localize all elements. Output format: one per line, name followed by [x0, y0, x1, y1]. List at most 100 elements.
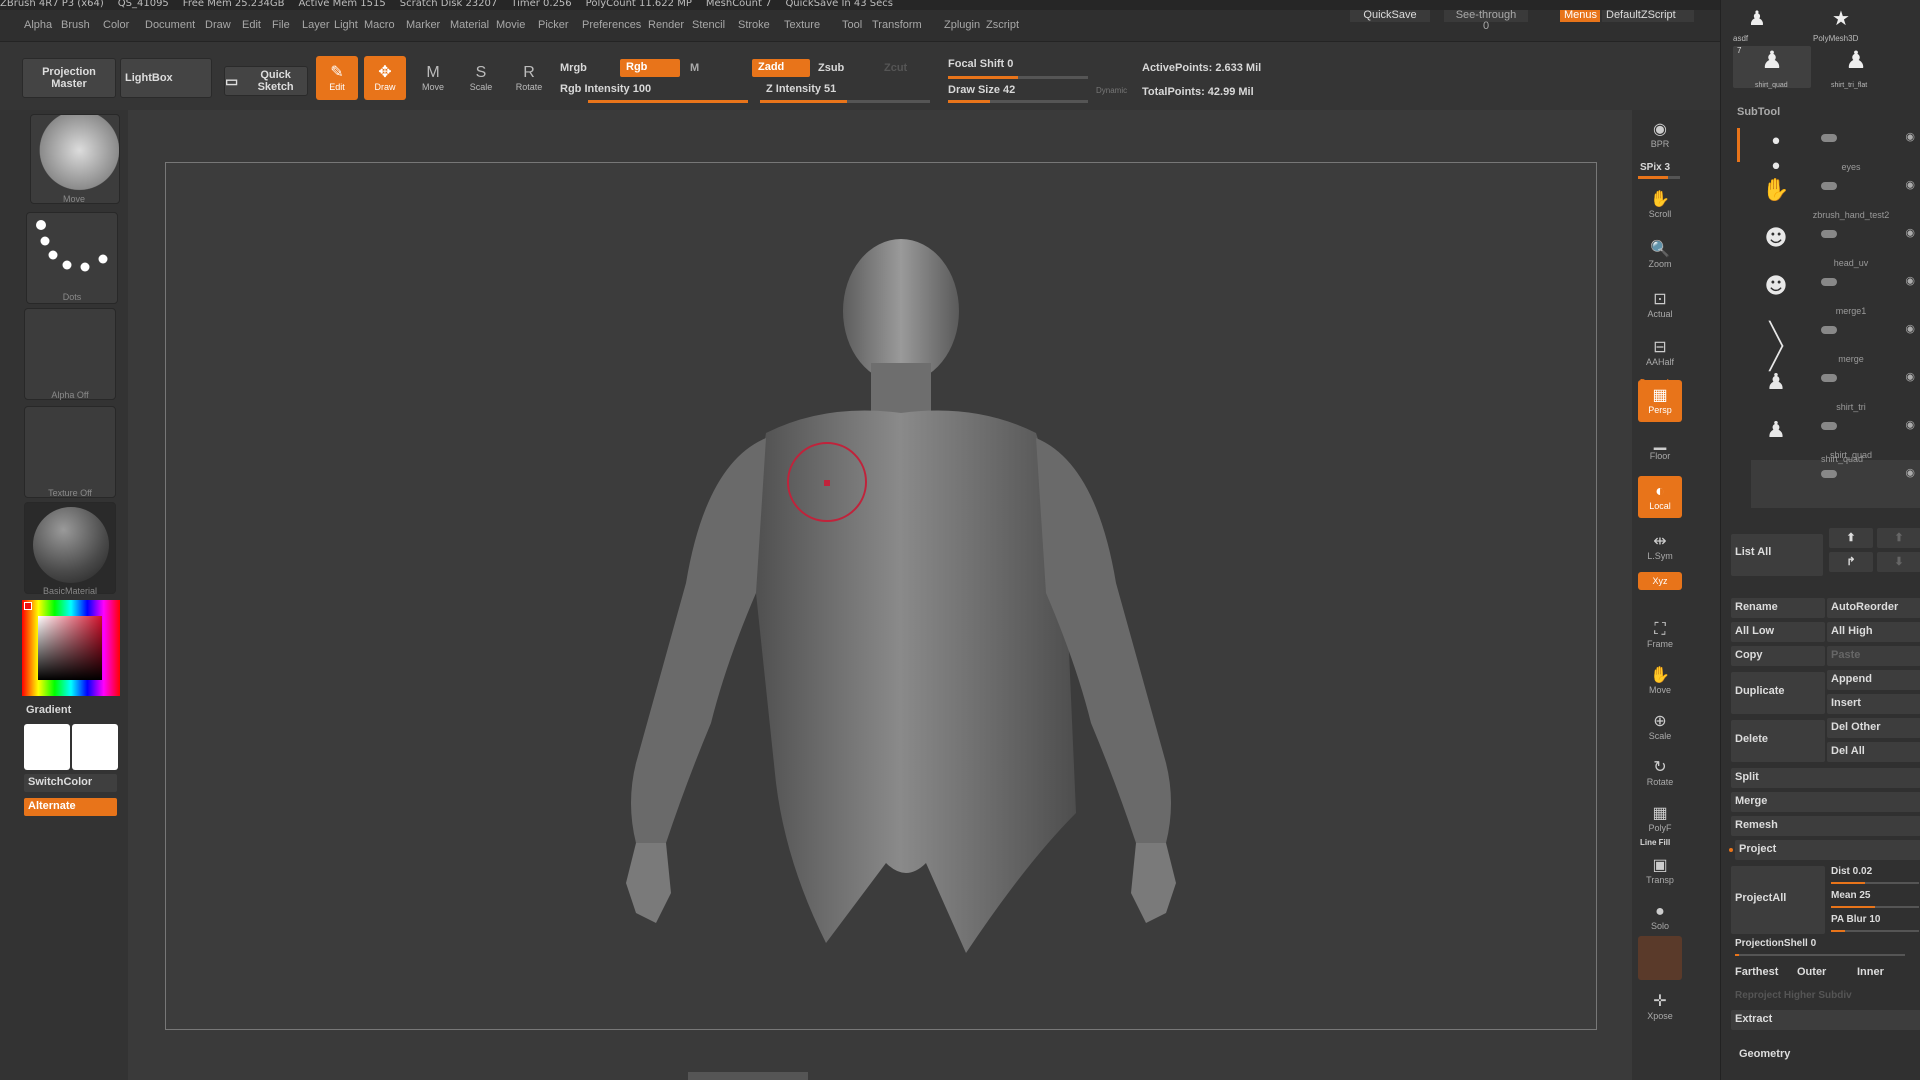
menu-item-transform[interactable]: Transform [872, 19, 922, 31]
move-down-arrow-icon[interactable]: ↱ [1829, 552, 1873, 572]
subtool-row[interactable]: ☻ ◉ head_uv [1751, 220, 1920, 268]
project-all-button[interactable]: ProjectAll [1731, 866, 1825, 934]
lightbox-button[interactable]: LightBox [120, 58, 212, 98]
mean-slider-label[interactable]: Mean 25 [1831, 890, 1870, 901]
subtool-row[interactable]: ◉ [1751, 460, 1920, 508]
remesh-menu[interactable]: Remesh [1731, 816, 1920, 836]
inner-button[interactable]: Inner [1857, 966, 1884, 978]
merge-menu[interactable]: Merge [1731, 792, 1920, 812]
m-button[interactable]: M [690, 62, 699, 74]
rotate-shelf-button[interactable]: ↻ Rotate [1638, 752, 1682, 794]
draw-size-slider[interactable] [948, 100, 1088, 103]
viewport-bottom-handle[interactable] [688, 1072, 808, 1080]
focal-shift-slider[interactable] [948, 76, 1088, 79]
ghost-button[interactable] [1638, 936, 1682, 980]
dist-slider-label[interactable]: Dist 0.02 [1831, 866, 1872, 877]
floor-shelf-button[interactable]: ▁ Floor [1638, 426, 1682, 468]
rgb-intensity-slider[interactable] [588, 100, 748, 103]
zcut-button[interactable]: Zcut [884, 62, 907, 74]
default-zscript-button[interactable]: DefaultZScript [1602, 10, 1694, 22]
draw-tool-button[interactable]: ✥ Draw [364, 56, 406, 100]
color-picker[interactable] [22, 600, 120, 696]
copy-button[interactable]: Copy [1731, 646, 1825, 666]
brush-picker[interactable] [30, 114, 120, 204]
scale-shelf-button[interactable]: ⊕ Scale [1638, 706, 1682, 748]
subtool-row[interactable]: ╲ ╱ ◉ merge [1751, 316, 1920, 372]
menu-item-draw[interactable]: Draw [205, 19, 231, 31]
geometry-menu[interactable]: Geometry [1739, 1048, 1790, 1060]
menu-item-picker[interactable]: Picker [538, 19, 569, 31]
dynamic-toggle[interactable]: Dynamic [1096, 86, 1127, 95]
visibility-eye-icon[interactable]: ◉ [1905, 226, 1915, 239]
edit-tool-button[interactable]: ✎ Edit [316, 56, 358, 100]
primary-color-swatch[interactable] [24, 724, 70, 770]
projection-shell-slider[interactable] [1735, 954, 1905, 956]
pa-blur-slider[interactable] [1831, 930, 1919, 932]
xyz-sym-button[interactable]: Xyz [1638, 572, 1682, 590]
rotate-tool-button[interactable]: R Rotate [508, 56, 550, 100]
subtool-row[interactable]: ✋ ◉ zbrush_hand_test2 [1751, 172, 1920, 220]
subtool-title[interactable]: SubTool [1737, 106, 1780, 118]
menu-item-movie[interactable]: Movie [496, 19, 525, 31]
split-menu[interactable]: Split [1731, 768, 1920, 788]
subtool-toggle[interactable] [1821, 374, 1837, 382]
material-picker[interactable] [24, 502, 116, 594]
menu-item-tool[interactable]: Tool [842, 19, 862, 31]
subtool-toggle[interactable] [1821, 134, 1837, 142]
dist-slider[interactable] [1831, 882, 1919, 884]
z-intensity-slider[interactable] [760, 100, 930, 103]
append-button[interactable]: Append [1827, 670, 1920, 690]
pa-blur-slider-label[interactable]: PA Blur 10 [1831, 914, 1880, 925]
document-frame[interactable] [165, 162, 1597, 1030]
subtool-toggle[interactable] [1821, 326, 1837, 334]
mean-slider[interactable] [1831, 906, 1919, 908]
all-low-button[interactable]: All Low [1731, 622, 1825, 642]
rename-button[interactable]: Rename [1731, 598, 1825, 618]
menu-item-material[interactable]: Material [450, 19, 489, 31]
transp-shelf-button[interactable]: ▣ Transp [1638, 850, 1682, 892]
see-through-slider[interactable]: See-through 0 [1444, 10, 1528, 32]
aahalf-shelf-button[interactable]: ⊟ AAHalf [1638, 332, 1682, 374]
visibility-eye-icon[interactable]: ◉ [1905, 466, 1915, 479]
menu-item-edit[interactable]: Edit [242, 19, 261, 31]
delete-button[interactable]: Delete [1731, 720, 1825, 762]
quick-sketch-button[interactable]: ▭ Quick Sketch [224, 66, 308, 96]
menu-item-zscript[interactable]: Zscript [986, 19, 1019, 31]
zadd-button[interactable]: Zadd [752, 59, 810, 77]
actual-shelf-button[interactable]: ⊡ Actual [1638, 284, 1682, 326]
subtool-row[interactable]: ♟ ◉ shirt_quad [1751, 412, 1920, 460]
zsub-button[interactable]: Zsub [818, 62, 844, 74]
polyf-shelf-button[interactable]: ▦ PolyF [1638, 798, 1682, 840]
alpha-picker[interactable] [24, 308, 116, 400]
spix-slider[interactable] [1638, 176, 1680, 179]
projection-master-button[interactable]: Projection Master [22, 58, 116, 98]
menus-toggle[interactable]: Menus [1560, 10, 1600, 22]
scale-tool-button[interactable]: S Scale [460, 56, 502, 100]
visibility-eye-icon[interactable]: ◉ [1905, 178, 1915, 191]
alternate-button[interactable]: Alternate [24, 798, 117, 816]
subtool-row[interactable]: ☻ ◉ merge1 [1751, 268, 1920, 316]
canvas-viewport[interactable] [128, 110, 1632, 1080]
solo-shelf-button[interactable]: ● Solo [1638, 896, 1682, 938]
subtool-toggle[interactable] [1821, 422, 1837, 430]
menu-item-macro[interactable]: Macro [364, 19, 395, 31]
projection-shell-label[interactable]: ProjectionShell 0 [1735, 938, 1816, 949]
subtool-toggle[interactable] [1821, 230, 1837, 238]
local-shelf-button[interactable]: ◐ Local [1638, 476, 1682, 518]
farthest-button[interactable]: Farthest [1735, 966, 1778, 978]
menu-item-stroke[interactable]: Stroke [738, 19, 770, 31]
zoom-shelf-button[interactable]: 🔍 Zoom [1638, 234, 1682, 276]
paste-button[interactable]: Paste [1827, 646, 1920, 666]
secondary-color-swatch[interactable] [72, 724, 118, 770]
move-up-arrow-icon[interactable]: ⬆ [1829, 528, 1873, 548]
menu-item-texture[interactable]: Texture [784, 19, 820, 31]
polymesh3d-star-icon[interactable]: ★ [1817, 6, 1865, 36]
menu-item-zplugin[interactable]: Zplugin [944, 19, 980, 31]
project-menu[interactable]: Project [1735, 840, 1920, 860]
menu-item-stencil[interactable]: Stencil [692, 19, 725, 31]
3d-model-figure[interactable] [166, 163, 1598, 1031]
menu-item-color[interactable]: Color [103, 19, 129, 31]
duplicate-button[interactable]: Duplicate [1731, 672, 1825, 714]
subtool-toggle[interactable] [1821, 182, 1837, 190]
list-all-button[interactable]: List All [1731, 534, 1823, 576]
